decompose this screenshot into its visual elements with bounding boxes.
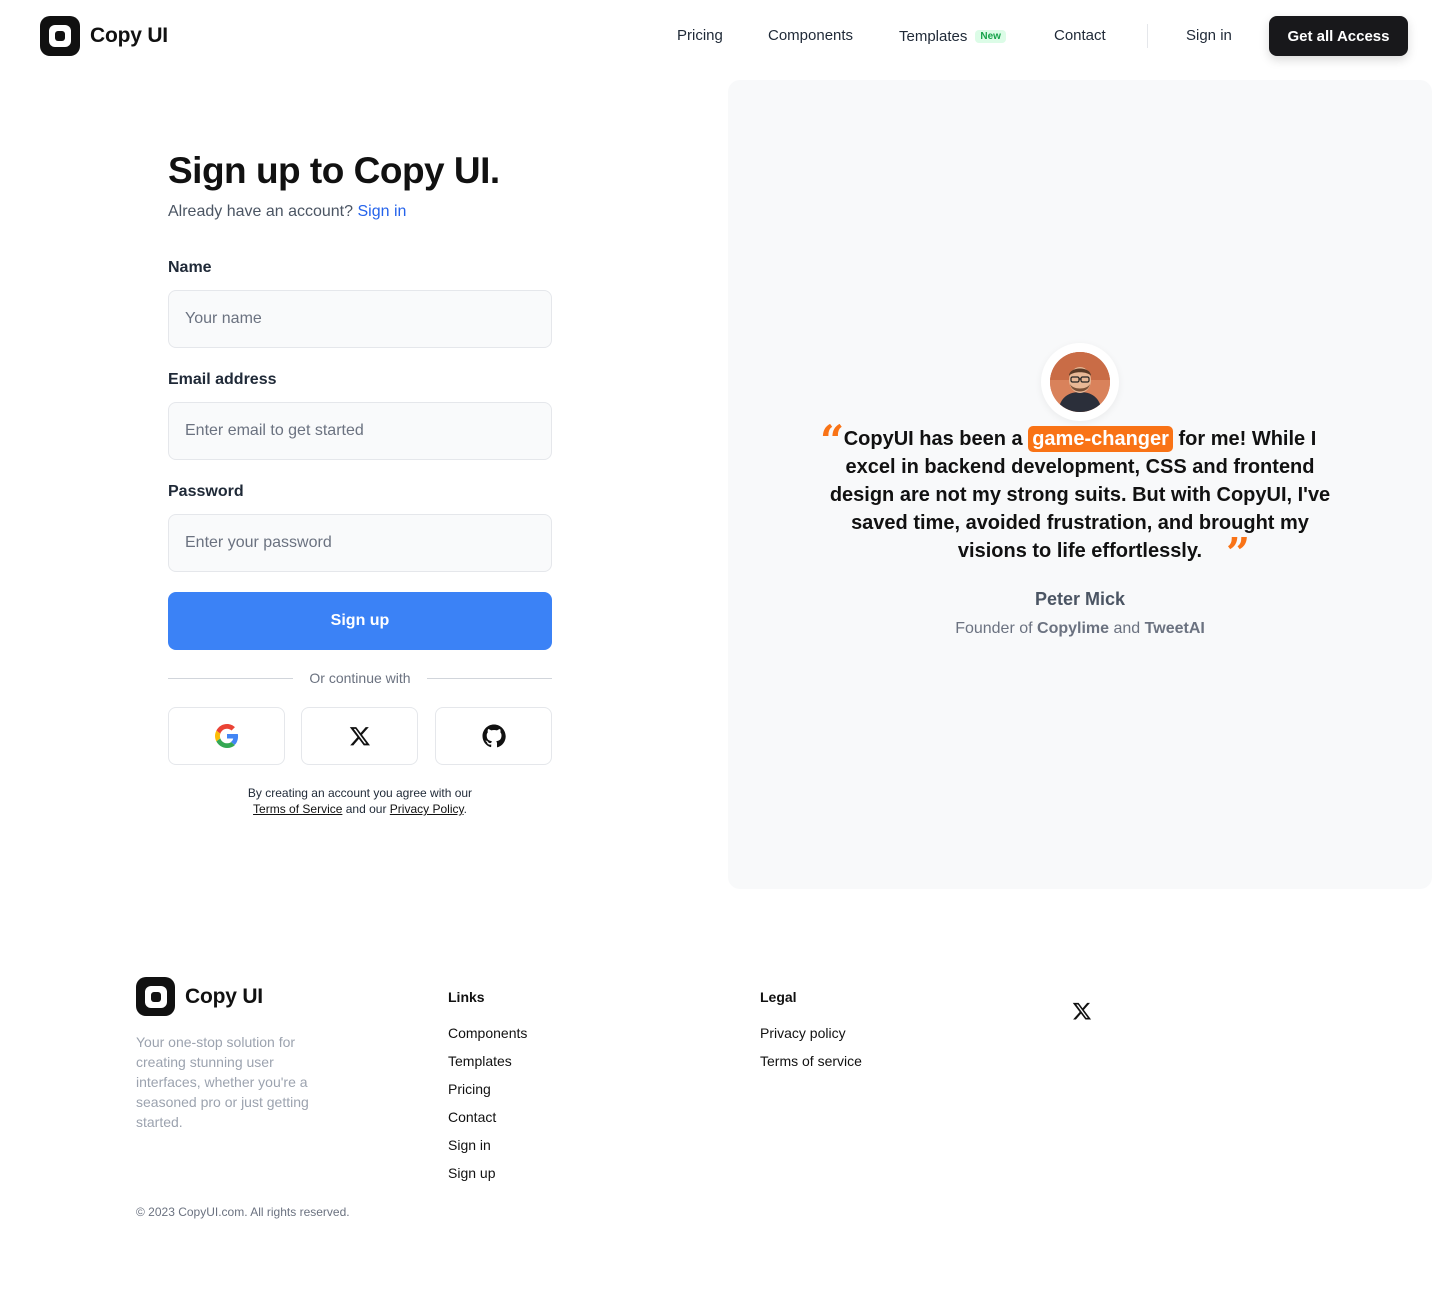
nav-templates[interactable]: Templates New <box>899 28 1006 45</box>
name-input[interactable] <box>168 290 552 348</box>
footer-link-contact[interactable]: Contact <box>448 1109 496 1125</box>
footer-link-sign-in[interactable]: Sign in <box>448 1137 491 1153</box>
role-and: and <box>1113 620 1141 637</box>
terms-of-service-link[interactable]: Terms of Service <box>253 802 342 816</box>
footer-link-pricing[interactable]: Pricing <box>448 1081 491 1097</box>
copyui-logo-icon <box>40 16 80 56</box>
company-copylime: Copylime <box>1037 620 1110 637</box>
terms-notice: By creating an account you agree with ou… <box>168 785 552 817</box>
company-tweetai: TweetAI <box>1144 620 1205 637</box>
footer-tagline: Your one-stop solution for creating stun… <box>136 1034 309 1130</box>
author-role: Founder of Copylime and TweetAI <box>728 620 1432 638</box>
brand-name: Copy UI <box>90 24 168 47</box>
nav-sign-in[interactable]: Sign in <box>1186 27 1232 44</box>
footer-link-templates[interactable]: Templates <box>448 1053 512 1069</box>
google-icon <box>214 724 238 748</box>
footer-x-link[interactable] <box>1072 1001 1092 1026</box>
author-name: Peter Mick <box>1034 589 1126 609</box>
quote-before: CopyUI has been a <box>843 428 1023 450</box>
terms-end: . <box>463 802 467 816</box>
footer-link-components[interactable]: Components <box>448 1025 527 1041</box>
new-badge: New <box>975 30 1006 43</box>
already-have-account: Already have an account? Sign in <box>168 203 406 221</box>
x-signin-button[interactable] <box>301 707 418 765</box>
x-icon <box>1072 1002 1092 1020</box>
nav-templates-label: Templates <box>899 28 968 45</box>
password-input[interactable] <box>168 514 552 572</box>
email-label: Email address <box>168 371 277 388</box>
nav-components[interactable]: Components <box>768 27 853 44</box>
footer-link-privacy-policy[interactable]: Privacy policy <box>760 1025 846 1041</box>
close-quote-icon: ” <box>1226 529 1251 578</box>
footer-brand-name: Copy UI <box>185 984 263 1008</box>
x-icon <box>349 727 370 746</box>
top-navbar: Copy UI Pricing Components Templates New … <box>0 0 1440 72</box>
privacy-policy-link[interactable]: Privacy Policy <box>390 802 464 816</box>
sign-in-link[interactable]: Sign in <box>357 203 406 220</box>
avatar-ring <box>1041 343 1119 421</box>
role-prefix: Founder of <box>955 620 1033 637</box>
terms-pre: By creating an account you agree with ou… <box>247 786 473 800</box>
password-label: Password <box>168 483 244 500</box>
github-signin-button[interactable] <box>435 707 552 765</box>
google-signin-button[interactable] <box>168 707 285 765</box>
nav-divider <box>1147 24 1148 48</box>
footer-link-terms-of-service[interactable]: Terms of service <box>760 1053 862 1069</box>
footer-links-heading: Links <box>448 989 485 1005</box>
page-title: Sign up to Copy UI. <box>168 150 500 191</box>
nav-pricing[interactable]: Pricing <box>677 27 723 44</box>
already-text: Already have an account? <box>168 203 354 220</box>
footer-link-sign-up[interactable]: Sign up <box>448 1165 495 1181</box>
footer-legal-heading: Legal <box>760 989 797 1005</box>
or-continue-with: Or continue with <box>309 670 411 686</box>
sign-up-button[interactable]: Sign up <box>168 592 552 650</box>
footer-logo[interactable]: Copy UI <box>136 977 263 1016</box>
name-label: Name <box>168 259 212 276</box>
get-all-access-button[interactable]: Get all Access <box>1269 16 1408 56</box>
email-input[interactable] <box>168 402 552 460</box>
quote-highlight: game-changer <box>1028 426 1173 452</box>
nav-contact[interactable]: Contact <box>1054 27 1106 44</box>
terms-mid: and our <box>345 802 387 816</box>
copyright: © 2023 CopyUI.com. All rights reserved. <box>136 1205 350 1219</box>
author-avatar <box>1050 352 1110 412</box>
brand-logo[interactable]: Copy UI <box>40 16 168 56</box>
testimonial-quote: CopyUI has been a game-changer for me! W… <box>828 425 1332 565</box>
github-icon <box>482 724 506 748</box>
copyui-logo-icon <box>136 977 175 1016</box>
